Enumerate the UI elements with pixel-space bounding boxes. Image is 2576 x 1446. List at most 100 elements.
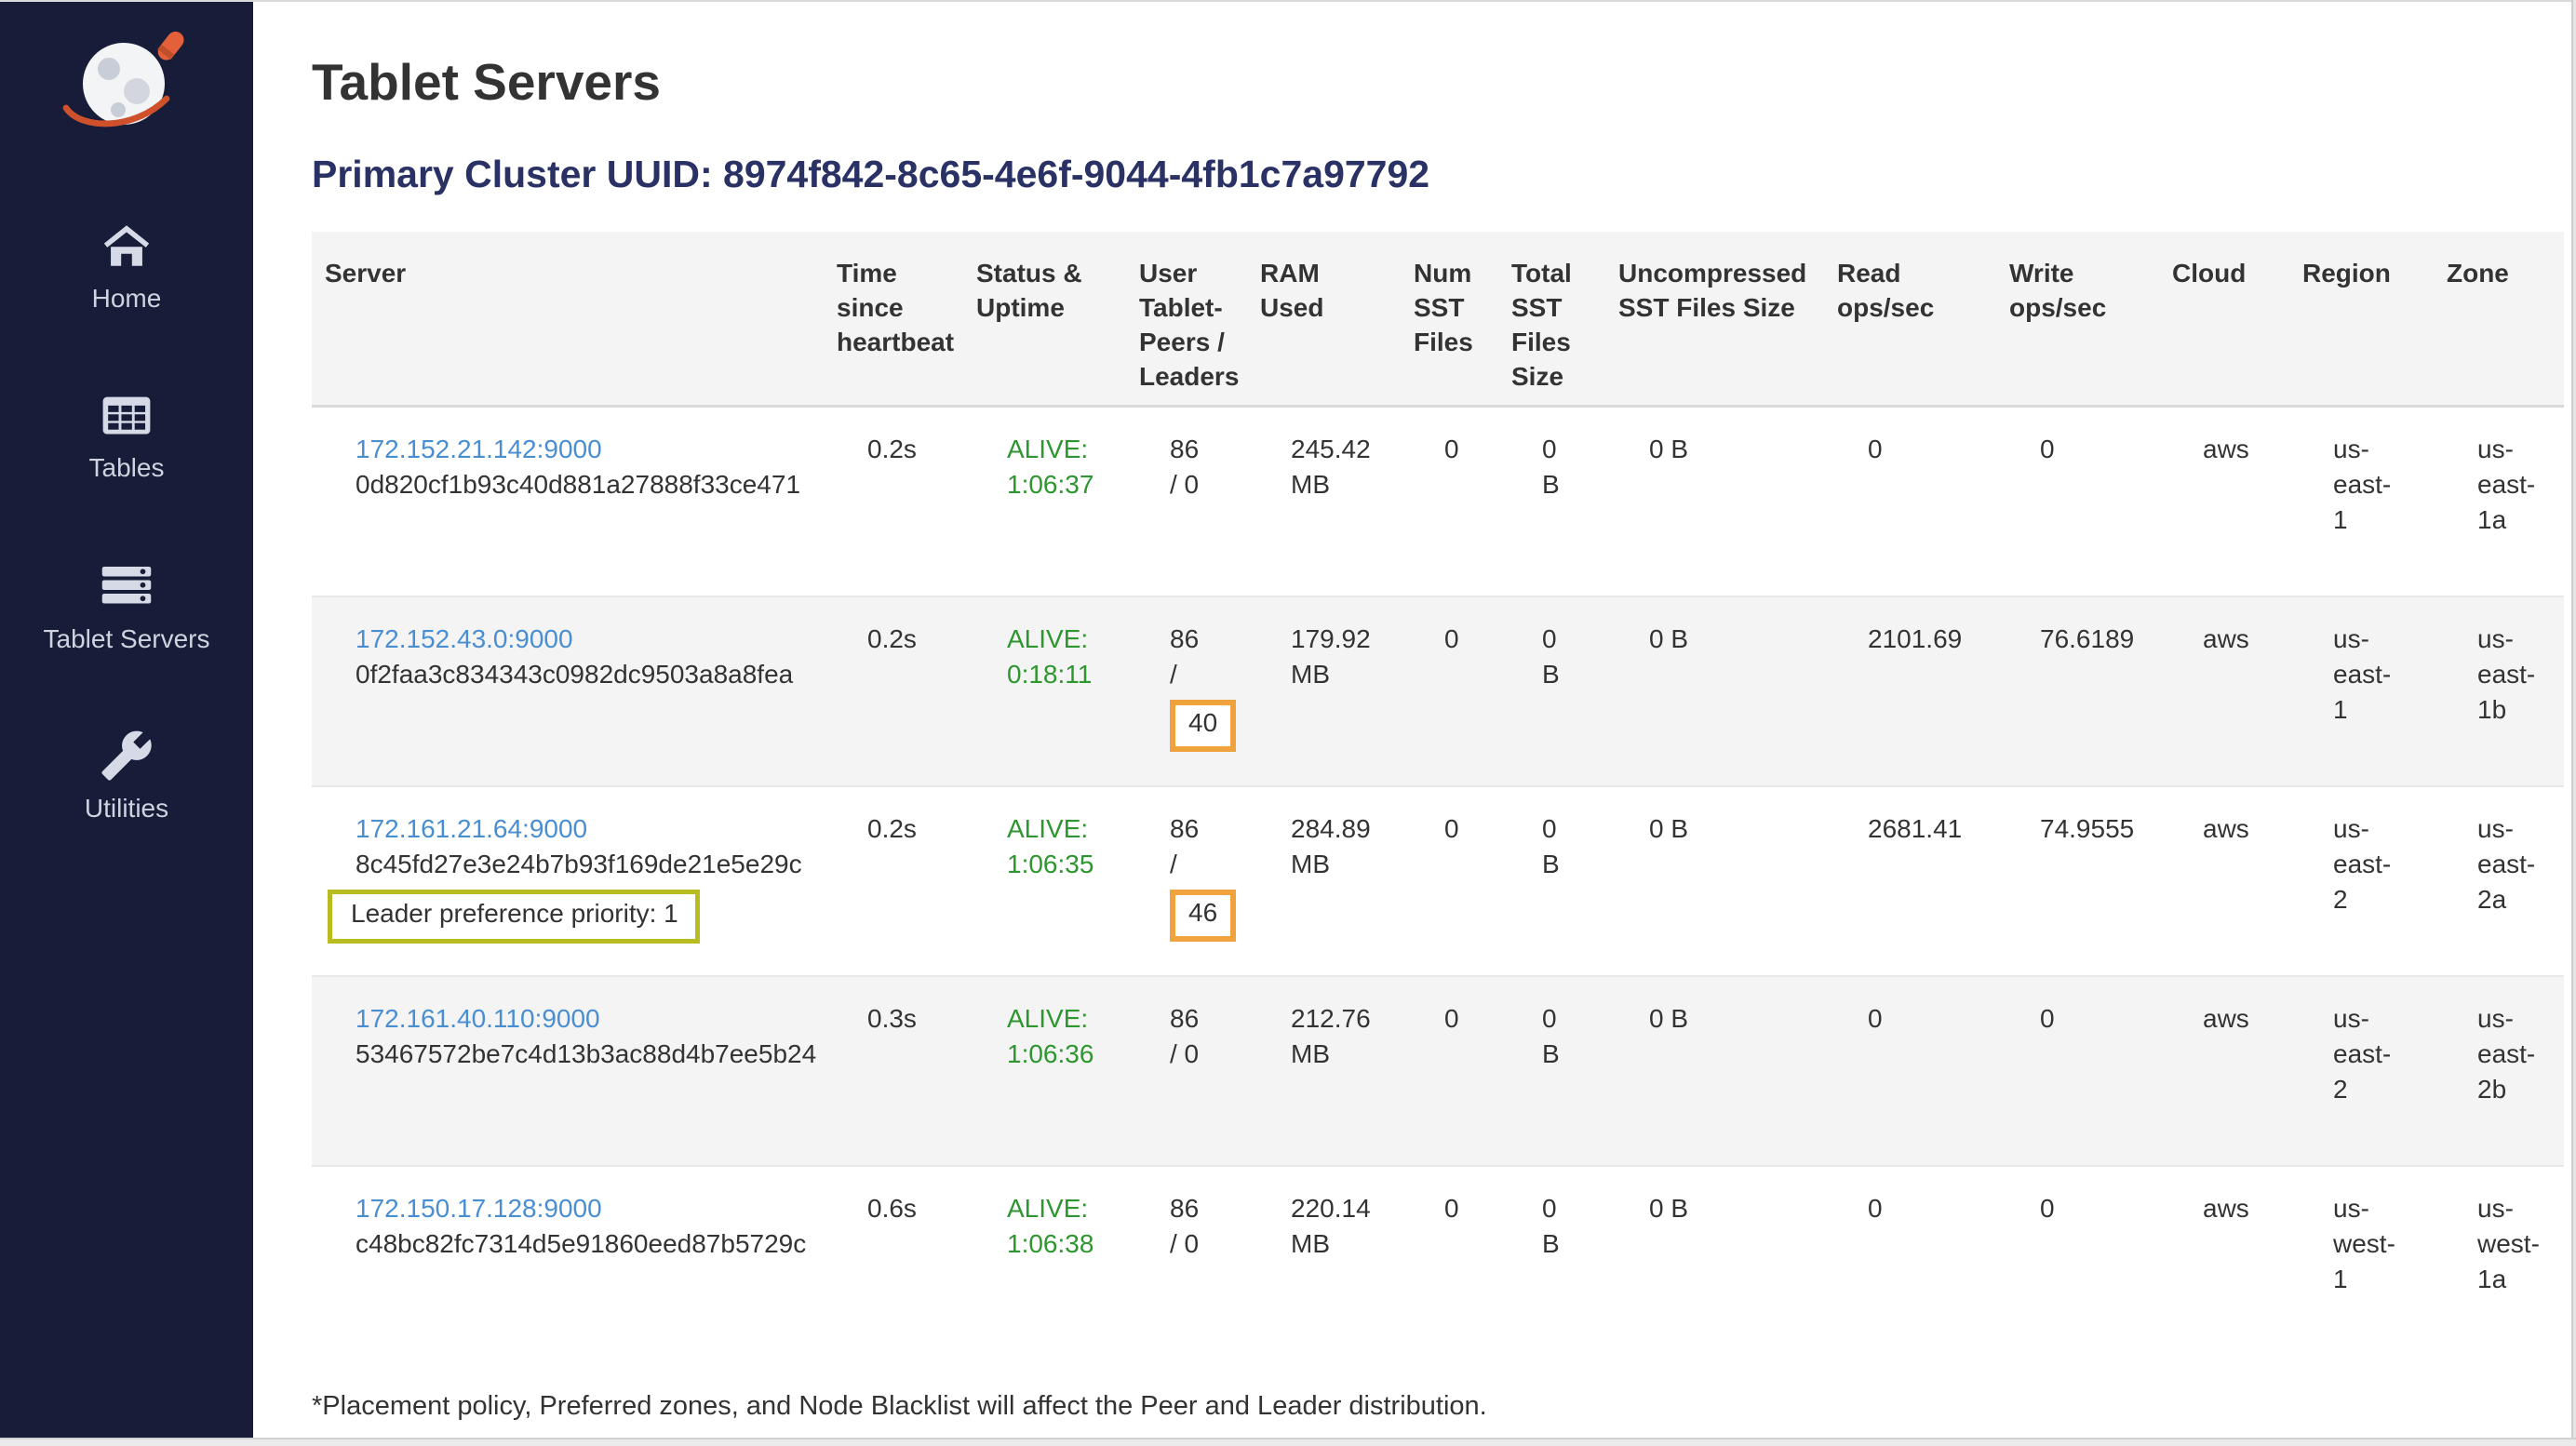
server-uuid: 0f2faa3c834343c0982dc9503a8a8fea xyxy=(356,657,812,692)
status-uptime-value: 0:18:11 xyxy=(1007,657,1115,692)
region-cell: us-east-2 xyxy=(2289,786,2434,976)
server-cell: 172.152.43.0:9000 0f2faa3c834343c0982dc9… xyxy=(312,596,824,786)
zone-value: us-east-1b xyxy=(2477,622,2542,728)
status-alive-label: ALIVE: xyxy=(1007,622,1115,657)
sidebar-item-tablet-servers[interactable]: Tablet Servers xyxy=(44,557,210,654)
column-header-num-sst: Num SST Files xyxy=(1401,232,1498,407)
heartbeat-cell: 0.3s xyxy=(824,976,963,1166)
peers-count: 86 xyxy=(1170,1001,1236,1037)
total-sst-size-value: 0 B xyxy=(1542,1001,1570,1072)
planet-rocket-logo-icon xyxy=(57,28,196,140)
tables-icon xyxy=(96,388,157,442)
server-cell: 172.161.40.110:9000 53467572be7c4d13b3ac… xyxy=(312,976,824,1166)
write-ops-cell: 76.6189 xyxy=(1996,596,2159,786)
read-ops-cell: 0 xyxy=(1824,1166,1996,1356)
app-window: Home Tables xyxy=(0,0,2576,1446)
server-address-link[interactable]: 172.161.40.110:9000 xyxy=(356,1001,600,1037)
column-header-cloud: Cloud xyxy=(2159,232,2289,407)
leaders-box-line: 40 xyxy=(1170,692,1236,752)
peers-leaders-cell: 86 / 0 xyxy=(1126,976,1247,1166)
status-uptime-value: 1:06:35 xyxy=(1007,847,1115,882)
zone-value: us-west-1a xyxy=(2477,1191,2542,1297)
total-sst-size-value: 0 B xyxy=(1542,432,1570,502)
sidebar: Home Tables xyxy=(0,0,253,1446)
leaders-box-line: 46 xyxy=(1170,882,1236,942)
total-sst-size-value: 0 B xyxy=(1542,811,1570,882)
cloud-cell: aws xyxy=(2159,786,2289,976)
uncompressed-sst-size-value: 0 B xyxy=(1649,624,1688,653)
leaders-line: / xyxy=(1170,847,1236,882)
write-ops-cell: 0 xyxy=(1996,407,2159,596)
total-sst-size-value: 0 B xyxy=(1542,622,1570,692)
column-header-uncompressed-sst: Uncompressed SST Files Size xyxy=(1605,232,1824,407)
server-address-link[interactable]: 172.152.21.142:9000 xyxy=(356,432,602,467)
sidebar-item-home[interactable]: Home xyxy=(92,219,162,314)
region-cell: us-west-1 xyxy=(2289,1166,2434,1356)
write-ops-cell: 0 xyxy=(1996,1166,2159,1356)
sidebar-item-label: Tables xyxy=(89,453,165,483)
cloud-cell: aws xyxy=(2159,596,2289,786)
zone-cell: us-west-1a xyxy=(2434,1166,2564,1356)
server-address-link[interactable]: 172.152.43.0:9000 xyxy=(356,622,573,657)
uncompressed-sst-size-cell: 0 B xyxy=(1605,596,1824,786)
main-content: Tablet Servers Primary Cluster UUID: 897… xyxy=(253,0,2576,1446)
yugabytedb-logo[interactable] xyxy=(57,28,196,144)
table-row: 172.150.17.128:9000 c48bc82fc7314d5e9186… xyxy=(312,1166,2564,1356)
server-address-link[interactable]: 172.161.21.64:9000 xyxy=(356,811,587,847)
status-cell: ALIVE: 1:06:37 xyxy=(963,407,1126,596)
zone-cell: us-east-2b xyxy=(2434,976,2564,1166)
uncompressed-sst-size-cell: 0 B xyxy=(1605,786,1824,976)
page-title: Tablet Servers xyxy=(312,52,2567,112)
table-row: 172.161.40.110:9000 53467572be7c4d13b3ac… xyxy=(312,976,2564,1166)
peers-count: 86 xyxy=(1170,622,1236,657)
column-header-read-ops: Read ops/sec xyxy=(1824,232,1996,407)
write-ops-cell: 0 xyxy=(1996,976,2159,1166)
total-sst-size-cell: 0 B xyxy=(1498,407,1605,596)
ram-value: 245.42 MB xyxy=(1291,432,1384,502)
sidebar-item-tables[interactable]: Tables xyxy=(89,388,165,483)
tablet-servers-table: Server Time since heartbeat Status & Upt… xyxy=(312,232,2564,1356)
region-value: us-east-1 xyxy=(2333,622,2398,728)
ram-value: 179.92 MB xyxy=(1291,622,1384,692)
region-cell: us-east-1 xyxy=(2289,407,2434,596)
home-icon xyxy=(97,219,156,273)
server-uuid: 53467572be7c4d13b3ac88d4b7ee5b24 xyxy=(356,1037,812,1072)
read-ops-cell: 0 xyxy=(1824,976,1996,1166)
zone-cell: us-east-1b xyxy=(2434,596,2564,786)
window-edge-bottom xyxy=(0,1438,2576,1446)
ram-cell: 212.76 MB xyxy=(1247,976,1401,1166)
cloud-cell: aws xyxy=(2159,407,2289,596)
region-value: us-east-2 xyxy=(2333,1001,2398,1107)
leaders-line: / 0 xyxy=(1170,1037,1236,1072)
region-value: us-east-2 xyxy=(2333,811,2398,917)
region-cell: us-east-2 xyxy=(2289,976,2434,1166)
peers-count: 86 xyxy=(1170,811,1236,847)
window-edge-right xyxy=(2571,0,2576,1446)
placement-policy-note: *Placement policy, Preferred zones, and … xyxy=(312,1391,2567,1422)
heartbeat-cell: 0.2s xyxy=(824,407,963,596)
status-alive-label: ALIVE: xyxy=(1007,1191,1115,1226)
peers-leaders-cell: 86 / 0 xyxy=(1126,407,1247,596)
uncompressed-sst-size-value: 0 B xyxy=(1649,1194,1688,1223)
uncompressed-sst-size-value: 0 B xyxy=(1649,1004,1688,1033)
tablet-servers-icon xyxy=(94,557,159,613)
uncompressed-sst-size-cell: 0 B xyxy=(1605,976,1824,1166)
status-uptime-value: 1:06:38 xyxy=(1007,1226,1115,1262)
status-cell: ALIVE: 1:06:38 xyxy=(963,1166,1126,1356)
zone-value: us-east-2a xyxy=(2477,811,2542,917)
status-cell: ALIVE: 0:18:11 xyxy=(963,596,1126,786)
column-header-status-uptime: Status & Uptime xyxy=(963,232,1126,407)
peers-count: 86 xyxy=(1170,1191,1236,1226)
column-header-heartbeat: Time since heartbeat xyxy=(824,232,963,407)
zone-value: us-east-2b xyxy=(2477,1001,2542,1107)
leaders-line: / xyxy=(1170,657,1236,692)
peers-count: 86 xyxy=(1170,432,1236,467)
server-address-link[interactable]: 172.150.17.128:9000 xyxy=(356,1191,602,1226)
uncompressed-sst-size-cell: 0 B xyxy=(1605,407,1824,596)
sidebar-item-utilities[interactable]: Utilities xyxy=(85,729,168,823)
column-header-total-sst: Total SST Files Size xyxy=(1498,232,1605,407)
leaders-count-boxed: 40 xyxy=(1170,700,1236,752)
sidebar-item-label: Home xyxy=(92,284,162,314)
num-sst-files-cell: 0 xyxy=(1401,976,1498,1166)
read-ops-cell: 2101.69 xyxy=(1824,596,1996,786)
